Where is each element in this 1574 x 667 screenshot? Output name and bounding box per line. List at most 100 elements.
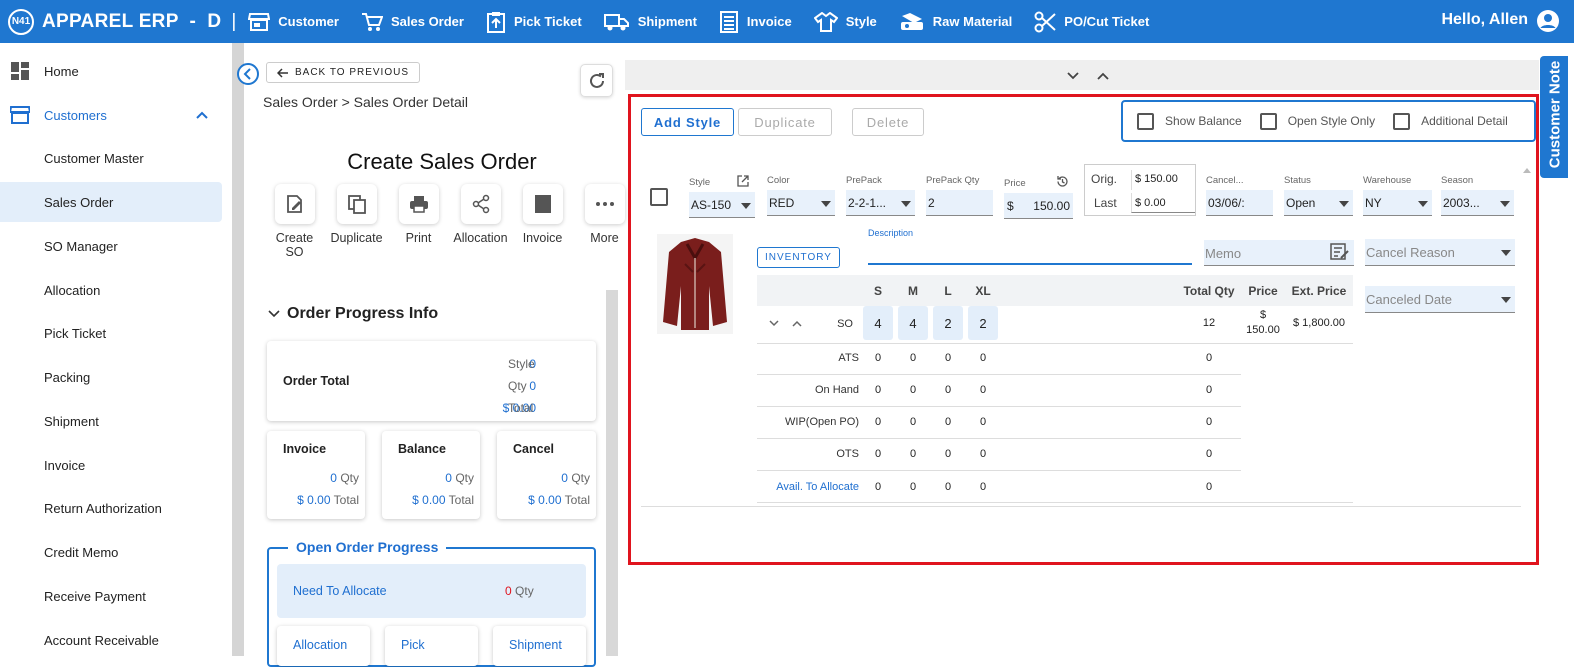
prepack-field[interactable]: PrePack 2-2-1... [846,175,915,216]
duplicate-line-button[interactable]: Duplicate [738,108,832,136]
clipboard-upload-icon [486,11,505,33]
expand-row-down-icon[interactable] [769,320,779,327]
price-field[interactable]: Price $150.00 [1004,175,1073,219]
sidebar-item-packing[interactable]: Packing [0,357,222,397]
account-circle-icon[interactable] [1536,9,1560,33]
back-to-previous-button[interactable]: BACK TO PREVIOUS [266,62,420,83]
nav-raw-material[interactable]: Raw Material [899,12,1012,32]
user-greeting[interactable]: Hello, Allen [1441,11,1528,29]
additional-detail-checkbox[interactable]: Additional Detail [1393,112,1508,130]
sidebar-item-receive-payment[interactable]: Receive Payment [0,576,222,616]
prepack-dropdown-caret [901,201,911,207]
nav-pick-ticket[interactable]: Pick Ticket [486,11,582,33]
chevron-down-icon[interactable] [1067,72,1079,80]
line-select-checkbox[interactable] [650,188,668,206]
avail-to-allocate-row-label[interactable]: Avail. To Allocate [757,481,859,493]
delete-line-button[interactable]: Delete [852,108,924,136]
sidebar-item-pick-ticket[interactable]: Pick Ticket [0,313,222,353]
on-hand-row-label: On Hand [814,384,859,396]
so-qty-s[interactable]: 4 [863,306,893,340]
sidebar-item-shipment[interactable]: Shipment [0,401,222,441]
add-style-button[interactable]: Add Style [641,108,734,136]
sidebar-item-account-receivable[interactable]: Account Receivable [0,620,222,660]
need-to-allocate-row[interactable]: Need To Allocate 0 Qty [277,564,586,618]
order-summary-panel: BACK TO PREVIOUS Sales Order > Sales Ord… [237,43,625,667]
scroll-up-arrow-icon[interactable] [1523,167,1531,173]
so-total-qty: 12 [1202,317,1216,329]
so-qty-m[interactable]: 4 [898,306,928,340]
memo-field[interactable]: Memo [1204,240,1354,266]
cancel-summary-card: Cancel 0 Qty $ 0.00 Total [497,431,596,519]
order-progress-header[interactable]: Order Progress Info [268,305,438,323]
nav-sales-order[interactable]: Sales Order [361,12,464,32]
canceled-date-select[interactable]: Canceled Date [1365,286,1515,313]
sidebar-item-so-manager[interactable]: SO Manager [0,226,222,266]
nav-style[interactable]: Style [813,11,877,32]
style-detail-panel: Add Style Duplicate Delete Show Balance … [625,60,1539,656]
duplicate-button[interactable]: Duplicate [326,184,387,259]
so-ext-price: $ 1,800.00 [1293,317,1345,329]
action-toolbar: Create SO Duplicate Print Allocation Inv… [264,184,636,259]
share-icon [472,194,489,214]
sidebar-item-sales-order[interactable]: Sales Order [0,182,222,222]
back-arrow-icon [277,67,288,78]
shipment-progress-tab[interactable]: Shipment [493,626,586,666]
app-logo[interactable]: N41 APPAREL ERP - D | [8,8,248,35]
create-so-button[interactable]: Create SO [264,184,325,259]
price-history-box: Orig. $ 150.00 Last $ 0.00 [1084,164,1196,216]
sidebar-item-credit-memo[interactable]: Credit Memo [0,532,222,572]
cancel-date-field[interactable]: Cancel... 03/06/: [1206,175,1273,216]
sidebar-item-allocation[interactable]: Allocation [0,270,222,310]
refresh-icon [589,72,604,88]
invoice-button[interactable]: Invoice [512,184,573,259]
cancel-reason-select[interactable]: Cancel Reason [1365,239,1515,266]
open-order-progress-title: Open Order Progress [288,539,447,555]
sidebar-item-customer-master[interactable]: Customer Master [0,138,222,178]
sidebar-item-invoice[interactable]: Invoice [0,445,222,485]
so-qty-xl[interactable]: 2 [968,306,998,340]
open-style-only-checkbox[interactable]: Open Style Only [1259,112,1375,130]
n41-logo-icon: N41 [8,8,34,35]
cart-icon [361,12,383,31]
prepack-qty-field[interactable]: PrePack Qty 2 [926,175,993,216]
create-so-icon [286,195,302,213]
style-field[interactable]: Style AS-150 [689,175,755,218]
status-field[interactable]: Status Open [1284,175,1353,216]
price-header: Price [1248,284,1278,298]
refresh-button[interactable] [580,64,613,97]
so-row-label: SO [837,318,853,330]
print-button[interactable]: Print [388,184,449,259]
panel-scrollbar[interactable] [606,290,618,656]
ats-row-label: ATS [838,352,859,364]
cancel-reason-caret [1501,250,1511,256]
sidebar-item-customers[interactable]: Customers [0,95,222,135]
sidebar-item-return-authorization[interactable]: Return Authorization [0,488,222,528]
style-lines-section: Add Style Duplicate Delete Show Balance … [628,94,1539,565]
so-qty-l[interactable]: 2 [933,306,963,340]
inventory-button[interactable]: INVENTORY [757,247,840,268]
shirt-icon [813,11,838,32]
memo-edit-icon [1330,243,1349,260]
pick-progress-tab[interactable]: Pick [385,626,478,666]
show-balance-checkbox[interactable]: Show Balance [1137,112,1242,130]
nav-po-cut-ticket[interactable]: PO/Cut Ticket [1034,11,1149,33]
allocation-progress-tab[interactable]: Allocation [277,626,370,666]
total-qty-header: Total Qty [1183,284,1235,298]
nav-customer[interactable]: Customer [248,12,339,32]
chevron-up-icon[interactable] [1097,72,1109,80]
description-input[interactable] [868,240,1192,265]
color-field[interactable]: Color RED [767,175,835,216]
fabric-roll-icon [900,12,923,30]
sidebar-scrollbar[interactable] [232,43,244,656]
collapse-panel-button[interactable] [237,63,259,85]
customer-note-tab[interactable]: Customer Note [1540,56,1568,178]
sidebar-item-home[interactable]: Home [0,51,222,91]
nav-invoice[interactable]: Invoice [719,10,792,33]
dashboard-icon [11,62,29,80]
warehouse-field[interactable]: Warehouse NY [1363,175,1432,216]
size-header-m: M [908,284,918,298]
season-field[interactable]: Season 2003... [1441,175,1514,216]
allocation-button[interactable]: Allocation [450,184,511,259]
nav-shipment[interactable]: Shipment [603,12,697,32]
scissors-icon [1034,11,1056,32]
